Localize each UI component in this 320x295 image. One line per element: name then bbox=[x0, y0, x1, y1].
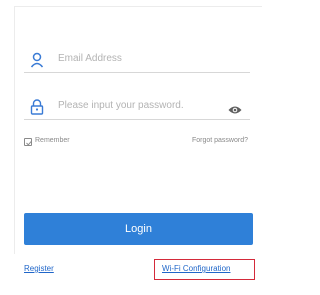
lock-icon bbox=[30, 99, 44, 115]
password-placeholder: Please input your password. bbox=[58, 100, 184, 111]
forgot-password-link[interactable]: Forgot password? bbox=[192, 137, 248, 144]
email-placeholder: Email Address bbox=[58, 53, 122, 64]
login-button[interactable]: Login bbox=[24, 213, 253, 245]
login-screen: Email Address Please input your password… bbox=[0, 0, 264, 295]
email-field[interactable]: Email Address bbox=[24, 50, 250, 73]
wifi-configuration-link[interactable]: Wi-Fi Configuration bbox=[162, 264, 230, 273]
remember-label[interactable]: Remember bbox=[35, 137, 70, 144]
user-icon bbox=[30, 52, 44, 68]
password-field[interactable]: Please input your password. bbox=[24, 97, 250, 120]
remember-checkbox[interactable] bbox=[24, 138, 32, 146]
register-link[interactable]: Register bbox=[24, 264, 54, 273]
eye-icon[interactable] bbox=[228, 102, 242, 114]
remember-row: Remember Forgot password? bbox=[24, 137, 250, 151]
